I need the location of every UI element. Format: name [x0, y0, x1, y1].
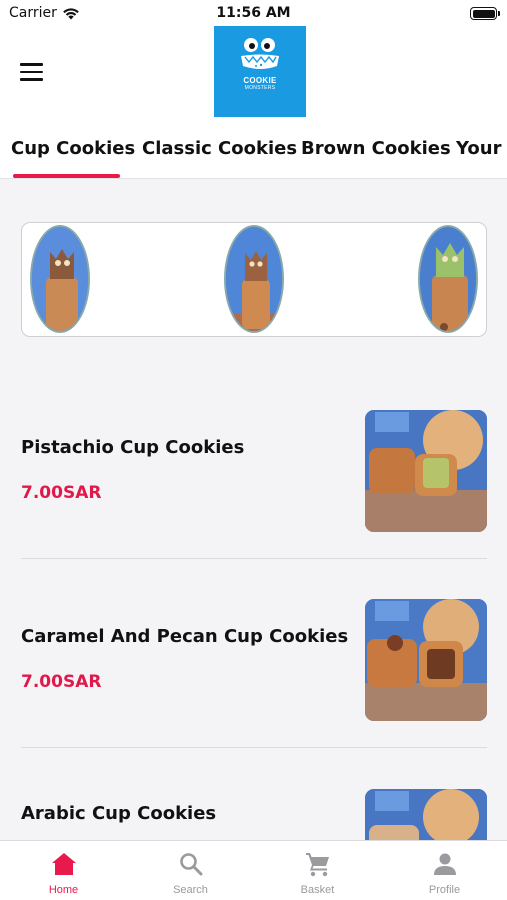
status-bar: Carrier 11:56 AM — [0, 0, 507, 26]
app-header: COOKIE MONSTERS — [0, 26, 507, 124]
product-image — [365, 410, 487, 532]
promo-banner[interactable] — [21, 222, 487, 337]
tab-cup-cookies[interactable]: Cup Cookies — [11, 138, 135, 159]
list-divider — [21, 558, 487, 559]
product-item[interactable]: Caramel And Pecan Cup Cookies 7.00SAR — [21, 599, 487, 721]
product-name: Arabic Cup Cookies — [21, 803, 217, 824]
nav-basket[interactable]: Basket — [254, 841, 381, 900]
bottom-navigation: Home Search Basket Profile — [0, 840, 507, 900]
nav-search[interactable]: Search — [127, 841, 254, 900]
product-name: Pistachio Cup Cookies — [21, 437, 245, 458]
banner-image-2 — [224, 225, 284, 333]
logo-subtext: MONSTERS — [244, 85, 276, 91]
nav-profile[interactable]: Profile — [381, 841, 507, 900]
person-icon — [433, 851, 457, 877]
home-icon — [51, 851, 77, 877]
logo-wordmark: COOKIE — [243, 76, 277, 85]
tab-classic-cookies[interactable]: Classic Cookies — [142, 138, 297, 159]
product-price: 7.00SAR — [21, 483, 102, 503]
monster-face-icon — [241, 38, 279, 69]
product-image — [365, 599, 487, 721]
product-price: 7.00SAR — [21, 672, 102, 692]
category-tabs: Cup Cookies Classic Cookies Brown Cookie… — [0, 124, 507, 179]
cart-icon — [305, 851, 331, 877]
tab-your-cookies[interactable]: Your C — [456, 138, 507, 159]
list-divider — [21, 747, 487, 748]
nav-label: Search — [173, 884, 208, 896]
banner-image-3 — [418, 225, 478, 333]
battery-icon — [470, 7, 500, 20]
nav-label: Profile — [428, 884, 461, 896]
app-screen: Carrier 11:56 AM COOKIE MONSTERS Cup Coo… — [0, 0, 507, 900]
nav-home[interactable]: Home — [0, 841, 127, 900]
hamburger-menu-button[interactable] — [20, 60, 50, 84]
brand-logo: COOKIE MONSTERS — [214, 26, 306, 117]
active-tab-indicator — [13, 174, 120, 178]
tab-brown-cookies[interactable]: Brown Cookies — [301, 138, 451, 159]
nav-label: Home — [48, 884, 79, 896]
nav-label: Basket — [300, 884, 335, 896]
product-item[interactable]: Pistachio Cup Cookies 7.00SAR — [21, 410, 487, 532]
product-name: Caramel And Pecan Cup Cookies — [21, 626, 349, 647]
status-time: 11:56 AM — [216, 5, 291, 21]
search-icon — [179, 851, 203, 877]
banner-image-1 — [30, 225, 90, 333]
